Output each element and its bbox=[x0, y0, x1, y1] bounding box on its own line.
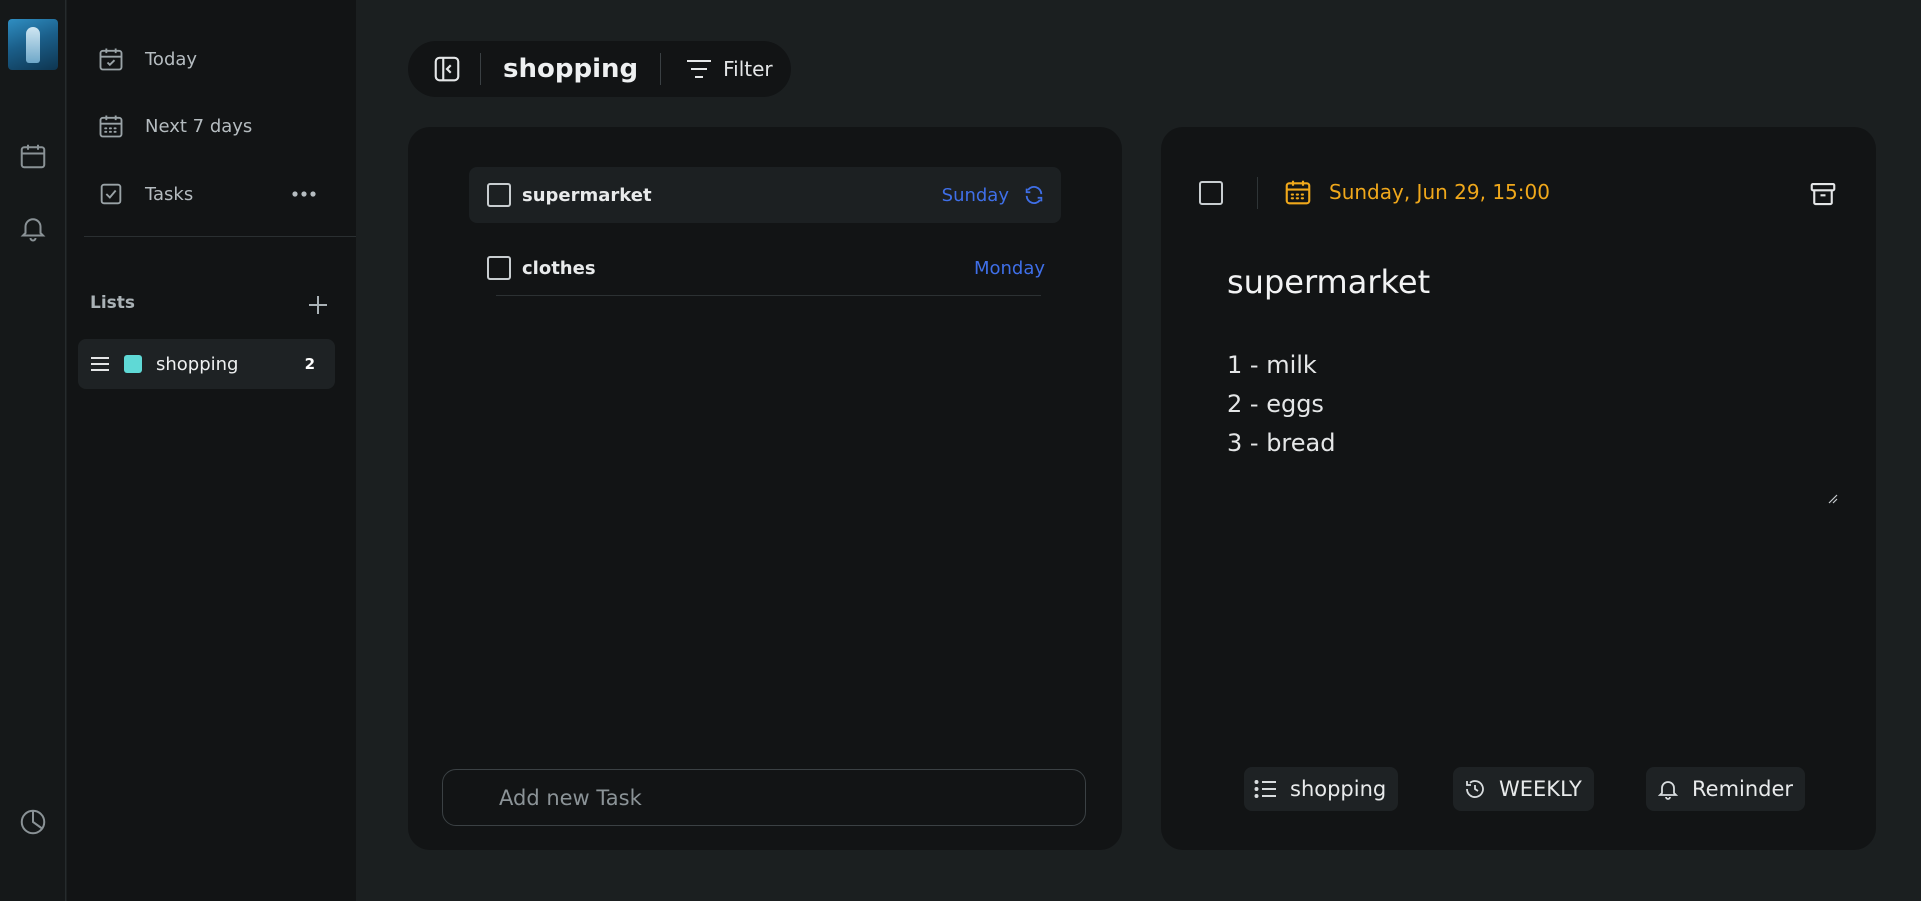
repeat-timer-icon bbox=[1466, 780, 1484, 798]
calendar-icon bbox=[1285, 180, 1311, 205]
calendar-grid-icon bbox=[99, 115, 123, 138]
sidebar: Today Next 7 days Tasks Lists shopping 2 bbox=[67, 0, 356, 901]
task-checkbox[interactable] bbox=[487, 256, 511, 280]
icon-rail bbox=[0, 0, 66, 901]
list-chip[interactable]: shopping bbox=[1244, 767, 1399, 811]
sidebar-item-today[interactable]: Today bbox=[97, 39, 197, 79]
filter-icon bbox=[687, 60, 712, 78]
task-detail-title[interactable]: supermarket bbox=[1227, 263, 1430, 301]
filter-label: Filter bbox=[723, 57, 773, 81]
add-list-button[interactable] bbox=[303, 290, 333, 320]
checkbox-icon bbox=[100, 183, 122, 205]
sidebar-divider bbox=[84, 236, 356, 237]
toolbar-separator bbox=[660, 53, 662, 85]
toggle-sidebar-icon[interactable] bbox=[432, 54, 462, 84]
list-color-swatch bbox=[124, 355, 142, 373]
list-toolbar: shopping Filter bbox=[408, 41, 791, 97]
task-due-label: Monday bbox=[973, 257, 1045, 279]
notes-line: 3 - bread bbox=[1227, 429, 1336, 457]
bell-icon bbox=[1657, 781, 1679, 800]
list-icon bbox=[1254, 780, 1276, 798]
sidebar-item-next-7-days[interactable]: Next 7 days bbox=[97, 106, 252, 146]
list-item-shopping[interactable]: shopping 2 bbox=[78, 339, 335, 389]
detail-header: Sunday, Jun 29, 15:00 bbox=[1161, 127, 1876, 227]
drag-handle-icon[interactable] bbox=[90, 356, 112, 372]
header-separator bbox=[1257, 177, 1258, 209]
notes-line: 1 - milk bbox=[1227, 351, 1317, 379]
task-title: clothes bbox=[522, 257, 596, 279]
add-task-input[interactable]: Add new Task bbox=[442, 769, 1086, 826]
task-row[interactable]: supermarket Sunday bbox=[469, 167, 1061, 223]
toolbar-separator bbox=[480, 53, 481, 85]
task-row[interactable]: clothes Monday bbox=[469, 240, 1061, 296]
pie-chart-icon[interactable] bbox=[17, 806, 49, 838]
task-list-panel: supermarket Sunday clothes Monday Add ne… bbox=[408, 127, 1122, 850]
sidebar-item-tasks[interactable]: Tasks bbox=[97, 174, 193, 214]
sidebar-item-label: Today bbox=[145, 48, 198, 70]
list-name: shopping bbox=[156, 353, 239, 375]
chip-label: Reminder bbox=[1692, 777, 1794, 801]
repeat-chip[interactable]: WEEKLY bbox=[1453, 767, 1594, 811]
filter-button[interactable]: Filter bbox=[685, 57, 773, 81]
archive-icon[interactable] bbox=[1806, 177, 1840, 211]
more-options-icon[interactable] bbox=[289, 179, 319, 209]
chip-label: shopping bbox=[1290, 777, 1387, 801]
task-notes-textarea[interactable]: 1 - milk 2 - eggs 3 - bread bbox=[1227, 346, 1837, 508]
task-title: supermarket bbox=[522, 184, 652, 206]
task-checkbox[interactable] bbox=[487, 183, 511, 207]
user-avatar[interactable] bbox=[8, 19, 58, 70]
task-due-label: Sunday bbox=[941, 184, 1009, 206]
due-date-button[interactable]: Sunday, Jun 29, 15:00 bbox=[1283, 177, 1550, 207]
plus-icon bbox=[309, 296, 327, 314]
sidebar-item-label: Tasks bbox=[145, 183, 194, 205]
detail-complete-checkbox[interactable] bbox=[1199, 181, 1223, 205]
repeat-icon bbox=[1023, 184, 1045, 206]
calendar-check-icon bbox=[99, 48, 123, 71]
notes-line: 2 - eggs bbox=[1227, 390, 1324, 418]
page-title: shopping bbox=[503, 54, 639, 84]
lists-header: Lists bbox=[90, 293, 136, 313]
bell-icon[interactable] bbox=[17, 212, 49, 244]
reminder-chip[interactable]: Reminder bbox=[1646, 767, 1806, 811]
resize-handle-icon[interactable] bbox=[1828, 489, 1838, 508]
chip-label: WEEKLY bbox=[1499, 777, 1582, 801]
task-divider bbox=[496, 295, 1041, 296]
task-detail-panel: Sunday, Jun 29, 15:00 supermarket 1 - mi… bbox=[1161, 127, 1876, 850]
sidebar-item-label: Next 7 days bbox=[145, 115, 253, 137]
calendar-icon[interactable] bbox=[17, 140, 49, 172]
due-date-label: Sunday, Jun 29, 15:00 bbox=[1329, 180, 1550, 204]
list-count-badge: 2 bbox=[304, 355, 315, 373]
